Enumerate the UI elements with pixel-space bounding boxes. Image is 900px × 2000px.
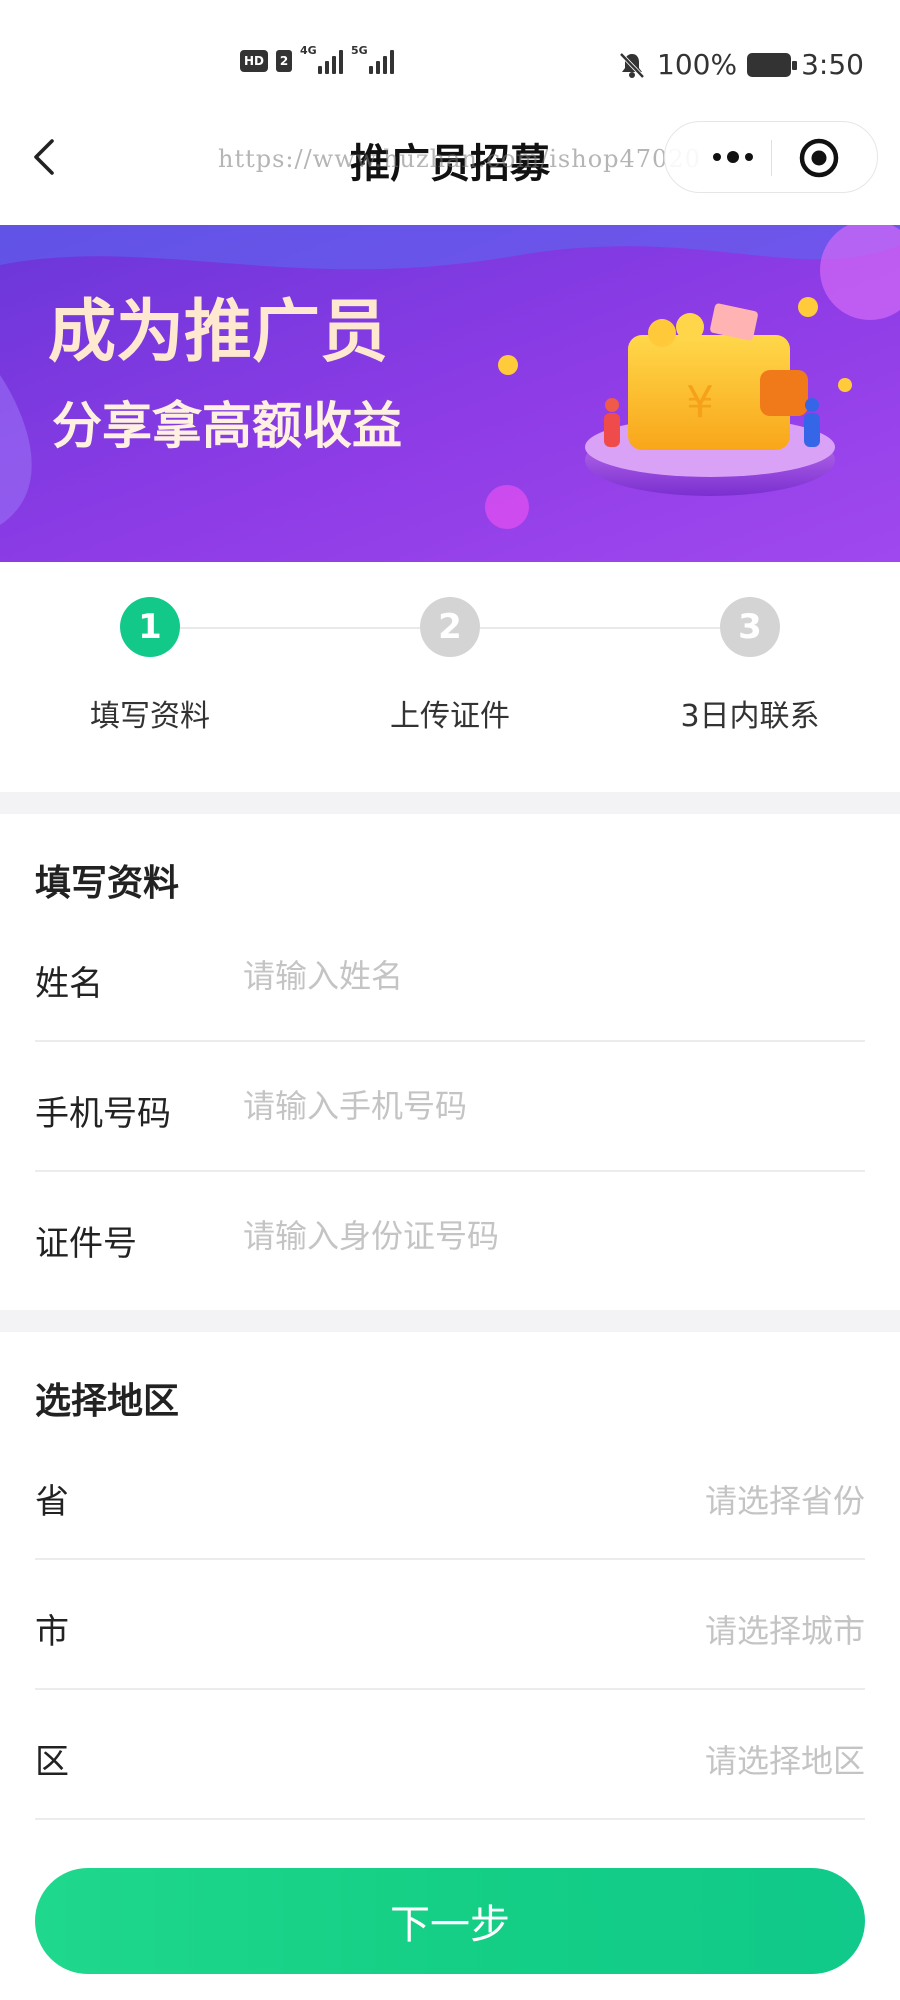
field-label: 证件号 — [35, 1224, 137, 1264]
nav-bar: 推广员招募 https://www.huzhan.com/ishop47020 — [0, 115, 900, 225]
step-label: 上传证件 — [390, 699, 510, 734]
clock: 3:50 — [801, 48, 864, 81]
banner-headline: 成为推广员 — [48, 293, 388, 372]
name-input[interactable] — [243, 948, 843, 1004]
promo-banner[interactable]: ¥ 成为推广员 分享拿高额收益 — [0, 225, 900, 562]
page: HD 2 4G 5G 100% 3:50 推广员招募 https://www.h… — [0, 0, 900, 2000]
section-divider — [0, 792, 900, 814]
banner-art: ¥ 成为推广员 分享拿高额收益 — [0, 225, 900, 562]
signal-bars-icon: 4G — [300, 44, 343, 74]
city-select[interactable]: 请选择城市 — [705, 1606, 865, 1652]
more-dot-right — [745, 153, 753, 161]
network-type-2: 5G — [351, 44, 368, 57]
step-label: 填写资料 — [90, 699, 210, 734]
sim-badge: 2 — [276, 50, 292, 72]
battery-icon — [747, 52, 798, 77]
district-select[interactable]: 请选择地区 — [705, 1736, 865, 1782]
step-label: 3日内联系 — [680, 699, 820, 734]
capsule-divider — [771, 140, 772, 176]
city-row[interactable]: 市 请选择城市 — [35, 1560, 865, 1690]
province-row[interactable]: 省 请选择省份 — [35, 1430, 865, 1560]
more-dot-center — [727, 151, 739, 163]
battery-percent: 100% — [657, 48, 738, 81]
info-section: 填写资料 姓名 手机号码 证件号 — [0, 814, 900, 1310]
step-number: 3 — [720, 597, 780, 657]
step-number: 2 — [420, 597, 480, 657]
banner-currency-symbol: ¥ — [686, 377, 714, 428]
district-row[interactable]: 区 请选择地区 — [35, 1690, 865, 1820]
step-2: 2 上传证件 — [330, 597, 570, 735]
mini-program-capsule — [664, 121, 878, 193]
id-row: 证件号 — [35, 1172, 865, 1302]
id-number-input[interactable] — [243, 1208, 843, 1264]
next-step-button[interactable]: 下一步 — [35, 1868, 865, 1974]
signal-bars-icon: 5G — [351, 44, 394, 74]
step-3: 3 3日内联系 — [630, 597, 870, 735]
step-1: 1 填写资料 — [30, 597, 270, 735]
bell-off-icon — [619, 52, 645, 78]
field-label: 区 — [35, 1742, 69, 1782]
section-divider — [0, 1310, 900, 1332]
status-right: 100% 3:50 — [617, 48, 864, 81]
field-label: 手机号码 — [35, 1094, 171, 1134]
mini-program-close-icon — [799, 138, 839, 178]
section-title: 填写资料 — [35, 863, 180, 904]
banner-subline: 分享拿高额收益 — [52, 397, 402, 455]
province-select[interactable]: 请选择省份 — [705, 1476, 865, 1522]
field-label: 姓名 — [35, 964, 103, 1004]
field-label: 省 — [35, 1482, 69, 1522]
section-title: 选择地区 — [35, 1381, 180, 1422]
region-section: 选择地区 省 请选择省份 市 请选择城市 区 请选择地区 — [0, 1332, 900, 1832]
phone-row: 手机号码 — [35, 1042, 865, 1172]
more-button[interactable] — [695, 122, 771, 192]
watermark-text: https://www.huzhan.com/ishop47020 — [218, 145, 701, 173]
more-dots-icon — [713, 153, 721, 161]
progress-steps: 1 填写资料 2 上传证件 3 3日内联系 — [0, 562, 900, 792]
phone-input[interactable] — [243, 1078, 843, 1134]
hd-badge: HD — [240, 50, 268, 72]
step-number: 1 — [120, 597, 180, 657]
name-row: 姓名 — [35, 912, 865, 1042]
network-type-1: 4G — [300, 44, 317, 57]
field-label: 市 — [35, 1612, 69, 1652]
status-bar: HD 2 4G 5G 100% 3:50 — [0, 0, 900, 130]
close-button[interactable] — [797, 136, 841, 180]
status-left: HD 2 4G 5G — [240, 44, 394, 74]
